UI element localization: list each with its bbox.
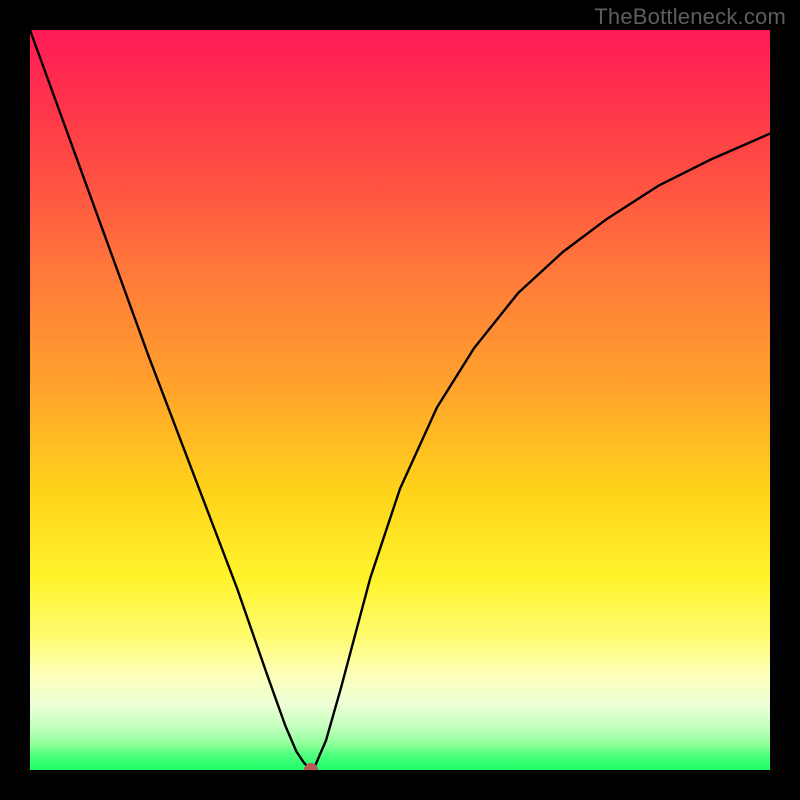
- watermark-text: TheBottleneck.com: [594, 4, 786, 30]
- bottleneck-curve: [30, 30, 770, 770]
- optimum-marker: [304, 763, 318, 770]
- curve-layer: [30, 30, 770, 770]
- chart-frame: TheBottleneck.com: [0, 0, 800, 800]
- plot-area: [30, 30, 770, 770]
